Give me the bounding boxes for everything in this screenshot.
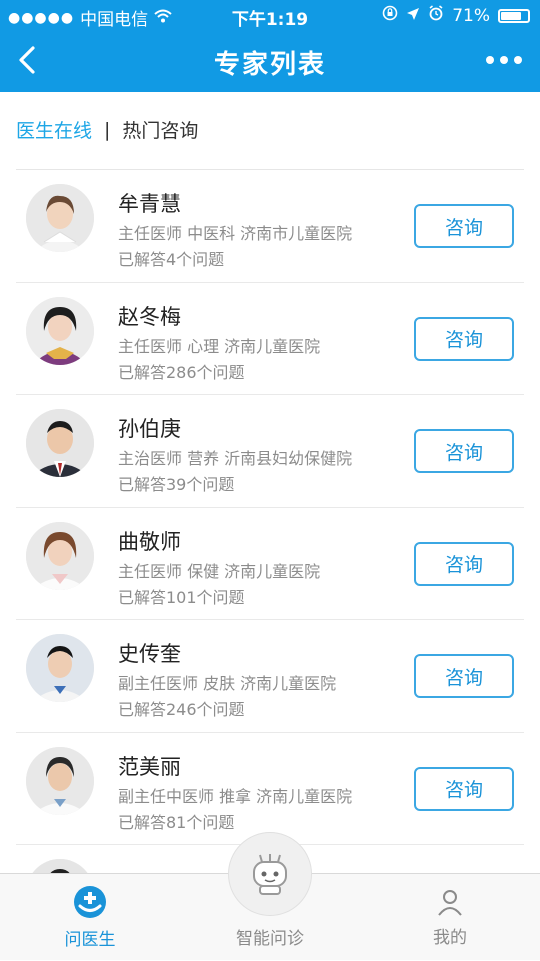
doctor-avatar <box>26 746 94 815</box>
doctor-avatar <box>26 634 94 702</box>
tab-doctors-online[interactable]: 医生在线 <box>16 116 92 143</box>
more-dot <box>500 56 508 64</box>
doctor-row[interactable]: 孙伯庚 主治医师 营养 沂南县妇幼保健院 已解答39个问题 咨询 <box>16 395 524 508</box>
doctor-name: 范美丽 <box>118 754 181 779</box>
doctor-avatar <box>26 296 94 365</box>
tab-smart-diagnosis-label: 智能问诊 <box>236 929 304 949</box>
doctor-name: 孙伯庚 <box>118 417 181 441</box>
nav-bar: 专家列表 <box>0 30 540 92</box>
more-button[interactable] <box>486 50 522 70</box>
doctor-info: 副主任医师 皮肤 济南儿童医院 <box>118 674 337 693</box>
doctor-info: 主任医师 中医科 济南市儿童医院 <box>118 224 353 243</box>
doctor-info: 主治医师 营养 沂南县妇幼保健院 <box>118 449 353 468</box>
doctor-row[interactable]: 史传奎 副主任医师 皮肤 济南儿童医院 已解答246个问题 咨询 <box>16 620 524 733</box>
doctor-row[interactable]: 曲敬师 主任医师 保健 济南儿童医院 已解答101个问题 咨询 <box>16 508 524 620</box>
answered-count: 已解答4个问题 <box>118 250 225 269</box>
answered-count: 已解答101个问题 <box>118 587 245 607</box>
doctor-row[interactable]: 牟青慧 主任医师 中医科 济南市儿童医院 已解答4个问题 咨询 <box>16 170 524 283</box>
more-dot <box>486 56 494 64</box>
answered-count: 已解答39个问题 <box>118 475 235 494</box>
filter-tabs: 医生在线 | 热门咨询 <box>16 116 198 143</box>
robot-icon <box>253 854 287 895</box>
tab-ask-doctor[interactable]: 问医生 <box>30 874 150 961</box>
consult-button[interactable]: 咨询 <box>414 204 514 248</box>
doctor-info: 主任医师 心理 济南儿童医院 <box>118 336 321 356</box>
consult-button[interactable]: 咨询 <box>414 541 514 586</box>
ask-doctor-icon <box>74 886 106 918</box>
consult-button[interactable]: 咨询 <box>414 316 514 361</box>
tab-ask-doctor-label: 问医生 <box>64 930 116 950</box>
answered-count: 已解答81个问题 <box>118 812 235 832</box>
doctor-name: 赵冬梅 <box>118 304 181 329</box>
doctor-info: 副主任中医师 推拿 济南儿童医院 <box>118 786 353 806</box>
status-bar: ●●●●● 中国电信 下午1:19 71% <box>0 0 540 30</box>
tab-separator: | <box>104 118 111 141</box>
page-title: 专家列表 <box>213 50 326 80</box>
answered-count: 已解答286个问题 <box>118 362 245 382</box>
tab-hot-consult[interactable]: 热门咨询 <box>122 116 198 143</box>
answered-count: 已解答246个问题 <box>118 700 245 719</box>
battery-percent: 71% <box>452 5 490 26</box>
doctor-avatar <box>26 184 94 252</box>
smart-diagnosis-button[interactable] <box>228 832 312 916</box>
doctor-name: 牟青慧 <box>118 192 181 216</box>
doctor-avatar <box>26 409 94 477</box>
tab-mine[interactable]: 我的 <box>390 874 510 961</box>
tab-mine-label: 我的 <box>433 928 467 948</box>
consult-button[interactable]: 咨询 <box>414 766 514 811</box>
lock-rotation-icon <box>382 5 398 26</box>
doctor-row[interactable]: 范美丽 副主任中医师 推拿 济南儿童医院 已解答81个问题 咨询 <box>16 733 524 845</box>
profile-icon <box>438 890 462 916</box>
doctor-info: 主任医师 保健 济南儿童医院 <box>118 561 321 581</box>
location-icon <box>406 6 420 26</box>
consult-button[interactable]: 咨询 <box>414 654 514 698</box>
doctor-name: 曲敬师 <box>118 529 181 554</box>
doctor-row[interactable]: 赵冬梅 主任医师 心理 济南儿童医院 已解答286个问题 咨询 <box>16 283 524 395</box>
doctor-avatar <box>26 521 94 590</box>
consult-button[interactable]: 咨询 <box>414 429 514 473</box>
alarm-icon <box>428 5 444 26</box>
battery-icon <box>498 8 530 23</box>
more-dot <box>514 56 522 64</box>
doctor-name: 史传奎 <box>118 642 181 666</box>
